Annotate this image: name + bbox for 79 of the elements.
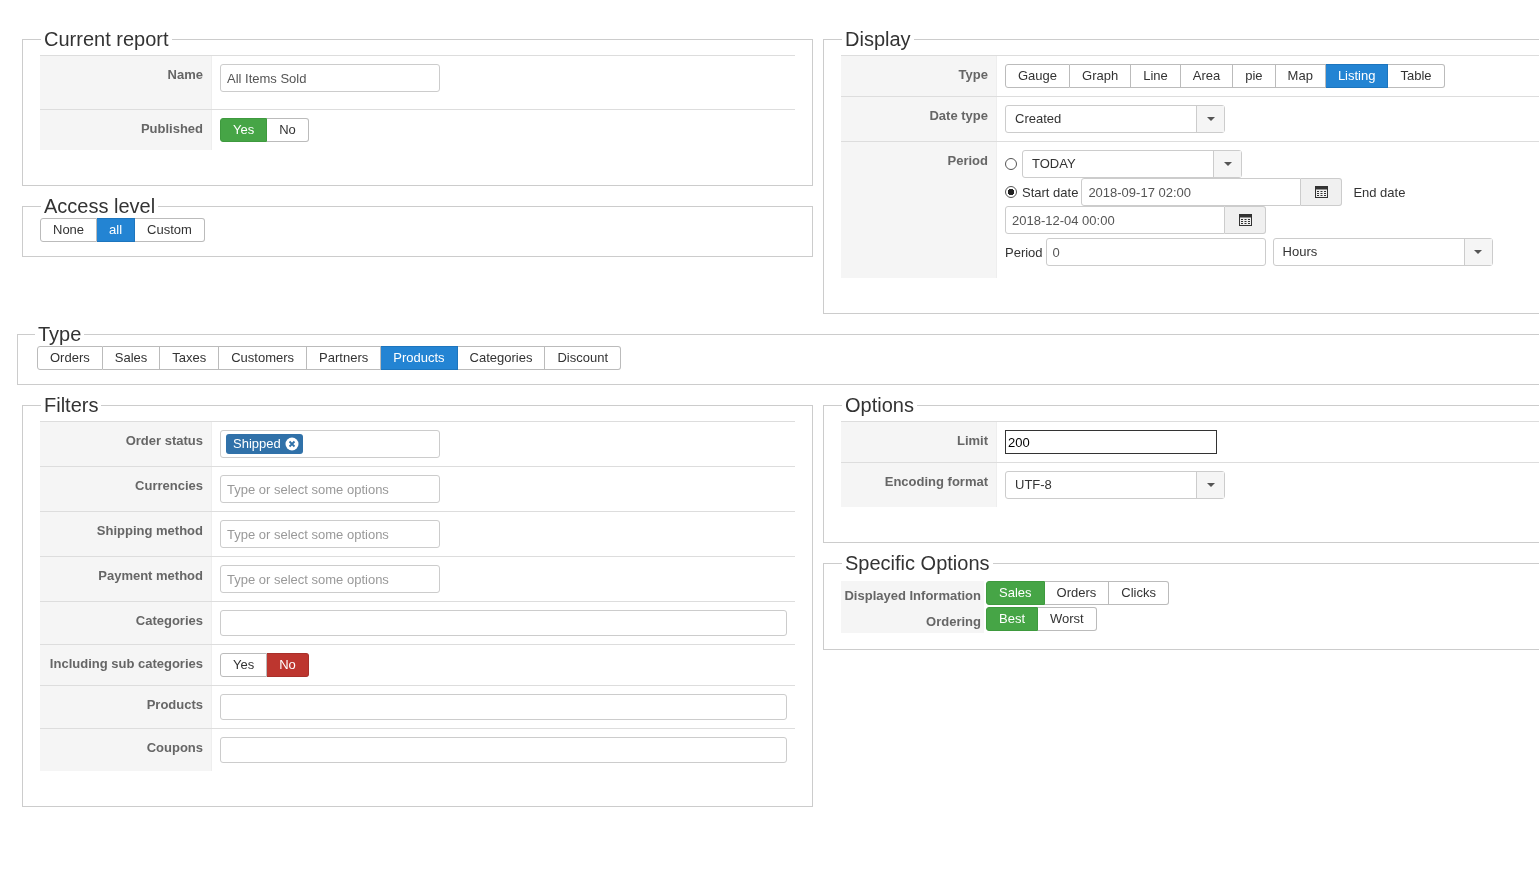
- remove-icon[interactable]: [284, 437, 299, 451]
- segment-button[interactable]: Sales: [102, 346, 161, 370]
- field-label: Type: [841, 56, 997, 96]
- field-label: Products: [40, 686, 212, 728]
- section-title: Display: [844, 27, 912, 51]
- input-field[interactable]: [220, 737, 787, 763]
- segment-button[interactable]: Customers: [219, 346, 308, 370]
- caret-icon: [1474, 250, 1483, 254]
- field-label: Shipping method: [40, 512, 212, 556]
- segment-button[interactable]: Listing: [1325, 64, 1389, 88]
- field-label: Period: [841, 142, 997, 278]
- caret-icon: [1206, 483, 1215, 487]
- input-field[interactable]: [220, 694, 787, 720]
- field-label: Coupons: [40, 729, 212, 771]
- option-label: End date: [1353, 184, 1406, 200]
- dropdown[interactable]: UTF-8: [1005, 471, 1225, 499]
- segment-button[interactable]: Table: [1388, 64, 1445, 88]
- segment-button[interactable]: No: [267, 118, 309, 142]
- calendar-icon: [1314, 186, 1328, 198]
- field-label: Currencies: [40, 467, 212, 511]
- multiselect-field[interactable]: Type or select some options: [220, 475, 440, 503]
- number-field[interactable]: 0: [1045, 238, 1266, 266]
- section-title: Specific Options: [844, 551, 991, 575]
- segment-button[interactable]: Line: [1131, 64, 1181, 88]
- caret-icon: [1206, 117, 1215, 121]
- segment-button[interactable]: Area: [1180, 64, 1234, 88]
- dropdown[interactable]: Created: [1005, 105, 1225, 133]
- segment-button[interactable]: Graph: [1070, 64, 1132, 88]
- section-title: Options: [844, 393, 915, 417]
- date-field[interactable]: 2018-12-04 00:00: [1005, 206, 1225, 234]
- segment-button[interactable]: Categories: [457, 346, 546, 370]
- field-label: Categories: [40, 602, 212, 644]
- segment-button[interactable]: None: [40, 218, 98, 242]
- segment-button[interactable]: pie: [1233, 64, 1276, 88]
- section-title: Access level: [43, 194, 157, 218]
- segment-button[interactable]: Discount: [545, 346, 621, 370]
- segment-button[interactable]: Custom: [135, 218, 205, 242]
- segment-button[interactable]: Taxes: [160, 346, 220, 370]
- segment-button[interactable]: Gauge: [1005, 64, 1071, 88]
- field-label: Published: [40, 110, 212, 150]
- field-label: Including sub categories: [40, 645, 212, 685]
- field-label: Encoding format: [841, 463, 997, 507]
- section-title: Filters: [43, 393, 100, 417]
- option-label: Start date: [1022, 184, 1079, 200]
- segment-button[interactable]: Clicks: [1109, 581, 1169, 605]
- segment-button[interactable]: No: [267, 653, 309, 677]
- calendar-icon: [1238, 214, 1252, 226]
- text-field[interactable]: All Items Sold: [220, 64, 440, 92]
- multiselect-field[interactable]: Type or select some options: [220, 565, 440, 593]
- dropdown[interactable]: TODAY: [1022, 150, 1242, 178]
- field-label: Payment method: [40, 557, 212, 601]
- date-field[interactable]: 2018-09-17 02:00: [1081, 178, 1302, 206]
- text-field[interactable]: 200: [1005, 430, 1217, 454]
- section-title: Type: [37, 322, 83, 346]
- calendar-button[interactable]: [1225, 206, 1266, 234]
- field-label: Name: [40, 56, 212, 109]
- caret-icon: [1223, 162, 1232, 166]
- field-label: Date type: [841, 97, 997, 141]
- radio-button[interactable]: [1005, 186, 1017, 198]
- input-field[interactable]: [220, 610, 787, 636]
- segment-button[interactable]: Yes: [220, 653, 268, 677]
- calendar-button[interactable]: [1301, 178, 1343, 206]
- segment-button[interactable]: Orders: [1044, 581, 1110, 605]
- segment-button[interactable]: all: [97, 218, 136, 242]
- tag-chip[interactable]: Shipped: [226, 434, 303, 454]
- segment-button[interactable]: Orders: [37, 346, 103, 370]
- segment-button[interactable]: Partners: [307, 346, 382, 370]
- multiselect-field[interactable]: Shipped: [220, 430, 440, 458]
- field-label: Limit: [841, 422, 997, 462]
- segment-button[interactable]: Map: [1275, 64, 1326, 88]
- segment-button[interactable]: Products: [381, 346, 458, 370]
- segment-button[interactable]: Worst: [1038, 607, 1097, 631]
- field-label: Ordering: [841, 607, 984, 633]
- field-label: Order status: [40, 422, 212, 466]
- field-label: Period: [1005, 244, 1043, 260]
- field-label: Displayed Information: [841, 581, 984, 607]
- dropdown[interactable]: Hours: [1272, 238, 1493, 266]
- section-title: Current report: [43, 27, 170, 51]
- multiselect-field[interactable]: Type or select some options: [220, 520, 440, 548]
